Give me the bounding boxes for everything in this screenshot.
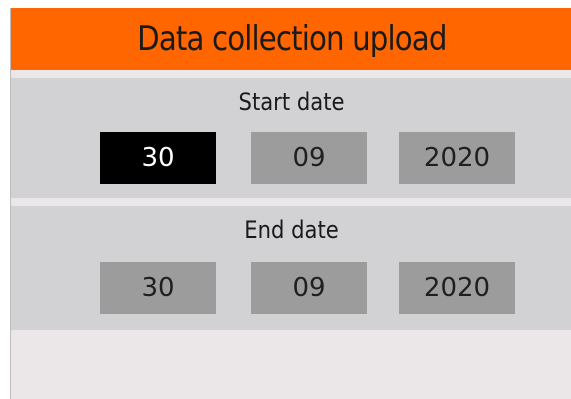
end-day-field[interactable]: 30 <box>100 262 216 314</box>
start-day-field[interactable]: 30 <box>100 132 216 184</box>
end-date-label: End date <box>244 216 339 244</box>
end-date-panel: End date 30 09 2020 <box>11 206 571 330</box>
start-date-panel: Start date 30 09 2020 <box>11 78 571 198</box>
start-month-field[interactable]: 09 <box>251 132 367 184</box>
end-year-field[interactable]: 2020 <box>399 262 515 314</box>
start-date-label: Start date <box>238 88 345 116</box>
page-title: Data collection upload <box>136 19 447 59</box>
end-month-field[interactable]: 09 <box>251 262 367 314</box>
title-bar: Data collection upload <box>11 8 571 70</box>
upload-screen: Data collection upload Start date 30 09 … <box>10 8 571 399</box>
start-year-field[interactable]: 2020 <box>399 132 515 184</box>
